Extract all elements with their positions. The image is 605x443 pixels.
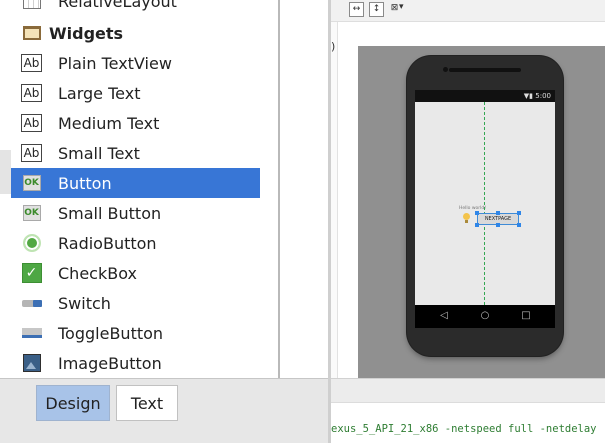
palette-item-togglebutton[interactable]: ToggleButton [11, 318, 260, 348]
run-console: exus_5_API_21_x86 -netspeed full -netdel… [331, 402, 605, 443]
home-icon[interactable]: ○ [478, 309, 492, 323]
design-surface[interactable]: ▼▮ 5:00 Hello world! NEXTPAGE ◁ ○ □ [358, 46, 605, 378]
resize-handle[interactable] [496, 223, 500, 227]
resize-handle[interactable] [475, 211, 479, 215]
category-label: Widgets [49, 23, 124, 43]
lightbulb-icon[interactable] [463, 213, 470, 223]
palette-item-label: Large Text [58, 83, 141, 103]
widget-palette: RelativeLayout Widgets Ab Plain TextView… [11, 0, 260, 378]
center-guide-line [484, 102, 485, 305]
speaker-grille [449, 68, 521, 72]
palette-pane: RelativeLayout Widgets Ab Plain TextView… [0, 0, 330, 443]
tab-text[interactable]: Text [116, 385, 178, 421]
palette-item-plain-textview[interactable]: Ab Plain TextView [11, 48, 260, 78]
palette-item-label: Medium Text [58, 113, 160, 133]
hello-textview[interactable]: Hello world! [459, 206, 486, 211]
relative-layout-icon [21, 0, 42, 12]
back-icon[interactable]: ◁ [437, 309, 451, 323]
status-time: 5:00 [535, 92, 551, 100]
palette-item-checkbox[interactable]: ✓ CheckBox [11, 258, 260, 288]
resize-handle[interactable] [517, 211, 521, 215]
ab-text-icon: Ab [21, 113, 42, 134]
ok-button-icon: OK [21, 173, 42, 194]
recents-icon[interactable]: □ [519, 309, 533, 323]
palette-item-label: CheckBox [58, 263, 137, 283]
palette-item-label: Switch [58, 293, 111, 313]
ab-text-icon: Ab [21, 53, 42, 74]
checkbox-icon: ✓ [21, 263, 42, 284]
resize-handle[interactable] [496, 211, 500, 215]
palette-item-radiobutton[interactable]: RadioButton [11, 228, 260, 258]
palette-item-label: Button [58, 173, 112, 193]
design-canvas[interactable]: ▼▮ 5:00 Hello world! NEXTPAGE ◁ ○ □ [339, 22, 605, 378]
folder-icon [21, 23, 42, 44]
palette-item-label: ToggleButton [58, 323, 164, 343]
fit-height-icon[interactable]: ↕ [369, 2, 384, 17]
chevron-down-icon[interactable]: ▾ [399, 2, 404, 12]
palette-item-label: Small Text [58, 143, 140, 163]
palette-item-label: Small Button [58, 203, 162, 223]
editor-tab-bar: Design Text [0, 378, 328, 443]
nexus-device-frame: ▼▮ 5:00 Hello world! NEXTPAGE ◁ ○ □ [407, 56, 563, 356]
preview-side-bar: ) [331, 22, 338, 378]
status-bar: ▼▮ 5:00 [415, 90, 555, 102]
fit-width-icon[interactable]: ↔ [349, 2, 364, 17]
palette-item-label: RadioButton [58, 233, 157, 253]
switch-icon [21, 293, 42, 314]
side-marker: ) [331, 40, 336, 53]
palette-item-button[interactable]: OK Button [11, 168, 260, 198]
preview-toolbar: ↔ ↕ ⊠ ▾ [331, 0, 605, 22]
ab-text-icon: Ab [21, 83, 42, 104]
palette-item-label: RelativeLayout [58, 0, 177, 11]
palette-item-label: Plain TextView [58, 53, 172, 73]
toggle-button-icon [21, 323, 42, 344]
palette-item-imagebutton[interactable]: ImageButton [11, 348, 260, 378]
device-screen[interactable]: ▼▮ 5:00 Hello world! NEXTPAGE ◁ ○ □ [415, 90, 555, 328]
palette-item-small-button[interactable]: OK Small Button [11, 198, 260, 228]
image-button-icon [21, 353, 42, 374]
palette-item-large-text[interactable]: Ab Large Text [11, 78, 260, 108]
layout-preview-pane: ↔ ↕ ⊠ ▾ ) ▼▮ 5:00 Hello world! NEXTPAGE … [331, 0, 605, 443]
console-output: exus_5_API_21_x86 -netspeed full -netdel… [331, 423, 597, 435]
resize-handle[interactable] [475, 223, 479, 227]
palette-item-label: ImageButton [58, 353, 162, 373]
signal-battery-icon: ▼▮ [523, 92, 534, 100]
ab-text-icon: Ab [21, 143, 42, 164]
palette-left-strip [0, 0, 11, 378]
palette-scroll-area[interactable] [280, 0, 328, 378]
radio-button-icon [21, 233, 42, 254]
palette-item-small-text[interactable]: Ab Small Text [11, 138, 260, 168]
navigation-bar: ◁ ○ □ [415, 305, 555, 328]
camera-icon [443, 67, 448, 72]
palette-item-switch[interactable]: Switch [11, 288, 260, 318]
palette-item-medium-text[interactable]: Ab Medium Text [11, 108, 260, 138]
horizontal-scrollbar[interactable] [331, 378, 605, 402]
resize-handle[interactable] [517, 223, 521, 227]
tab-design[interactable]: Design [36, 385, 110, 421]
palette-item-relativelayout[interactable]: RelativeLayout [11, 0, 260, 16]
palette-category-widgets[interactable]: Widgets [11, 18, 260, 48]
ok-button-icon: OK [21, 203, 42, 224]
